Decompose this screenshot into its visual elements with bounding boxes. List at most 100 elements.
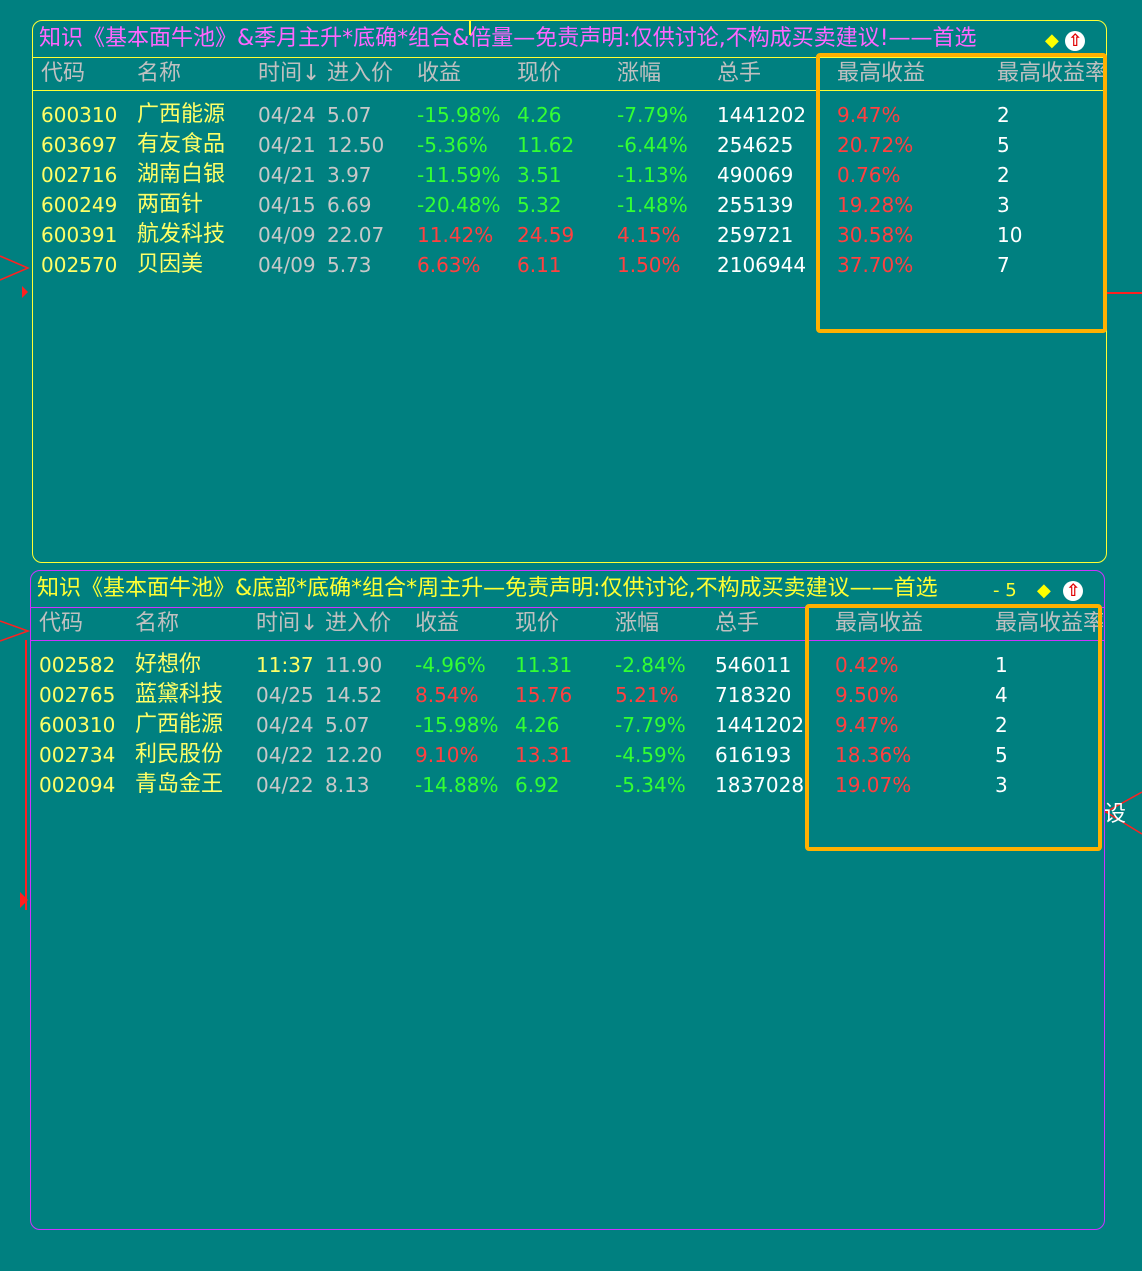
- cell-price: 6.92: [515, 773, 560, 797]
- cell-entry-price: 5.07: [325, 713, 370, 737]
- cell-time: 04/22: [256, 743, 314, 767]
- cell-code: 600310: [41, 103, 118, 127]
- cell-time: 04/24: [258, 103, 316, 127]
- header-time[interactable]: 时间↓: [256, 608, 326, 640]
- cell-change: -5.34%: [615, 773, 686, 797]
- cell-volume: 2106944: [717, 253, 807, 277]
- cell-price: 11.62: [517, 133, 575, 157]
- cell-name: 航发科技: [137, 222, 226, 247]
- cell-price: 11.31: [515, 653, 573, 677]
- header-time[interactable]: 时间↓: [258, 58, 328, 90]
- cell-return: -11.59%: [417, 163, 501, 187]
- header-change[interactable]: 涨幅: [617, 58, 717, 90]
- cell-change: -2.84%: [615, 653, 686, 677]
- header-code[interactable]: 代码: [39, 608, 134, 640]
- header-price[interactable]: 现价: [517, 58, 617, 90]
- cell-code: 600249: [41, 193, 118, 217]
- cell-change: 1.50%: [617, 253, 681, 277]
- header-name[interactable]: 名称: [137, 58, 255, 90]
- panel-1-controls: ◆ ⇧: [1045, 21, 1086, 57]
- cell-return: -5.36%: [417, 133, 488, 157]
- cell-code: 600391: [41, 223, 118, 247]
- header-entry-price[interactable]: 进入价: [327, 58, 417, 90]
- screen: 设 知识《基本面牛池》&季月主升*底确*组合&倍量—免责声明:仅供讨论,不构成买…: [0, 0, 1142, 1271]
- cell-entry-price: 5.73: [327, 253, 372, 277]
- cell-name: 两面针: [137, 192, 204, 217]
- header-price[interactable]: 现价: [515, 608, 615, 640]
- cell-code: 002734: [39, 743, 116, 767]
- cell-volume: 259721: [717, 223, 794, 247]
- cell-volume: 255139: [717, 193, 794, 217]
- cell-price: 13.31: [515, 743, 573, 767]
- cell-return: -15.98%: [415, 713, 499, 737]
- panel-1-title: 知识《基本面牛池》&季月主升*底确*组合&倍量—免责声明:仅供讨论,不构成买卖建…: [39, 26, 977, 51]
- cell-return: 6.63%: [417, 253, 481, 277]
- up-arrow-icon[interactable]: ⇧: [1065, 30, 1086, 51]
- cell-change: -6.44%: [617, 133, 688, 157]
- cell-time: 04/09: [258, 223, 316, 247]
- cell-return: -20.48%: [417, 193, 501, 217]
- header-entry-price[interactable]: 进入价: [325, 608, 415, 640]
- cell-change: -1.13%: [617, 163, 688, 187]
- cell-volume: 1441202: [717, 103, 807, 127]
- cell-time: 04/25: [256, 683, 314, 707]
- cell-entry-price: 8.13: [325, 773, 370, 797]
- cell-change: -1.48%: [617, 193, 688, 217]
- cell-change: 5.21%: [615, 683, 679, 707]
- cell-return: 11.42%: [417, 223, 494, 247]
- cell-code: 002716: [41, 163, 118, 187]
- cell-entry-price: 3.97: [327, 163, 372, 187]
- diamond-icon[interactable]: ◆: [1045, 30, 1059, 51]
- cell-return: 9.10%: [415, 743, 479, 767]
- cell-change: -7.79%: [615, 713, 686, 737]
- cell-name: 蓝黛科技: [135, 682, 224, 707]
- header-return[interactable]: 收益: [417, 58, 517, 90]
- cell-entry-price: 12.50: [327, 133, 385, 157]
- cell-code: 603697: [41, 133, 118, 157]
- panel-2-title: 知识《基本面牛池》&底部*底确*组合*周主升—免责声明:仅供讨论,不构成买卖建议…: [37, 576, 938, 601]
- cell-name: 湖南白银: [137, 162, 226, 187]
- cell-time: 04/09: [258, 253, 316, 277]
- max-return-highlight-2: [805, 604, 1102, 851]
- cell-code: 002582: [39, 653, 116, 677]
- cell-price: 3.51: [517, 163, 562, 187]
- cell-entry-price: 11.90: [325, 653, 383, 677]
- right-edge-line: [1107, 292, 1142, 294]
- left-edge-line: [25, 640, 27, 910]
- header-name[interactable]: 名称: [135, 608, 253, 640]
- cell-return: -4.96%: [415, 653, 486, 677]
- header-volume[interactable]: 总手: [717, 58, 827, 90]
- cell-code: 002765: [39, 683, 116, 707]
- header-change[interactable]: 涨幅: [615, 608, 715, 640]
- panel-2-title-bar: 知识《基本面牛池》&底部*底确*组合*周主升—免责声明:仅供讨论,不构成买卖建议…: [31, 571, 1104, 607]
- cell-price: 15.76: [515, 683, 573, 707]
- diamond-icon[interactable]: ◆: [1037, 580, 1051, 601]
- cell-name: 利民股份: [135, 742, 224, 767]
- left-edge-arrow-1: [0, 255, 30, 298]
- cell-code: 002570: [41, 253, 118, 277]
- cell-time: 04/21: [258, 133, 316, 157]
- cell-entry-price: 5.07: [327, 103, 372, 127]
- cell-volume: 254625: [717, 133, 794, 157]
- up-arrow-icon[interactable]: ⇧: [1063, 580, 1084, 601]
- cell-price: 4.26: [515, 713, 560, 737]
- panel-2-count: - 5: [993, 580, 1017, 601]
- cell-price: 24.59: [517, 223, 575, 247]
- cell-change: -7.79%: [617, 103, 688, 127]
- panel-1-divider-tick: [469, 21, 471, 35]
- cell-price: 5.32: [517, 193, 562, 217]
- max-return-highlight-1: [816, 53, 1107, 333]
- panel-2-controls: - 5 ◆ ⇧: [993, 571, 1084, 607]
- cell-return: 8.54%: [415, 683, 479, 707]
- cell-price: 6.11: [517, 253, 562, 277]
- panel-1-title-bar: 知识《基本面牛池》&季月主升*底确*组合&倍量—免责声明:仅供讨论,不构成买卖建…: [33, 21, 1106, 57]
- cell-time: 04/15: [258, 193, 316, 217]
- header-code[interactable]: 代码: [41, 58, 136, 90]
- cell-entry-price: 14.52: [325, 683, 383, 707]
- header-return[interactable]: 收益: [415, 608, 515, 640]
- cell-entry-price: 6.69: [327, 193, 372, 217]
- cell-volume: 490069: [717, 163, 794, 187]
- cell-return: -14.88%: [415, 773, 499, 797]
- cell-return: -15.98%: [417, 103, 501, 127]
- cell-time: 04/22: [256, 773, 314, 797]
